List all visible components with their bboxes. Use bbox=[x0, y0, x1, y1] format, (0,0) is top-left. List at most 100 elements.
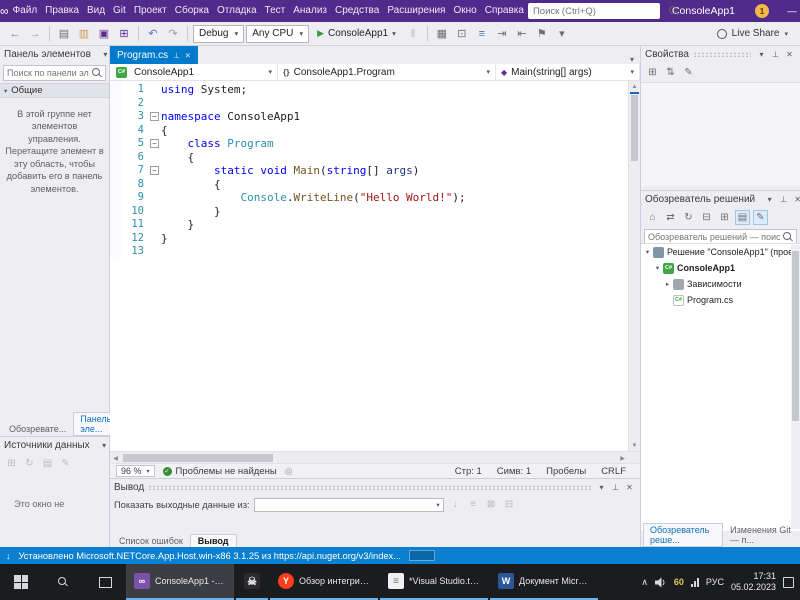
data-sources-header[interactable]: Источники данных ▾⊥✕ bbox=[0, 437, 136, 454]
taskbar-search-button[interactable] bbox=[42, 564, 84, 600]
menu-item[interactable]: Анализ bbox=[289, 0, 331, 22]
bookmark-icon[interactable]: ⚑ bbox=[533, 25, 551, 43]
fold-toggle-icon[interactable]: − bbox=[150, 166, 159, 176]
minimize-button[interactable]: — bbox=[777, 0, 800, 22]
comment-icon[interactable]: ≡ bbox=[473, 25, 491, 43]
window-position-icon[interactable]: ▾ bbox=[763, 193, 776, 206]
find-in-files-icon[interactable]: ⊡ bbox=[453, 25, 471, 43]
scrollbar-thumb[interactable] bbox=[631, 95, 638, 161]
word-wrap-icon[interactable]: ≡ bbox=[466, 497, 481, 512]
jump-to-output-icon[interactable]: ↓ bbox=[448, 497, 463, 512]
tree-item[interactable]: C# Program.cs bbox=[641, 292, 800, 308]
window-position-icon[interactable]: ▾ bbox=[98, 439, 111, 452]
refresh-icon[interactable]: ↻ bbox=[681, 210, 696, 225]
code-editor[interactable]: 1 using System; 2 3− namespace ConsoleApp1 4{… bbox=[110, 81, 640, 451]
solution-explorer-header[interactable]: Обозреватель решений ▾ ⊥ ✕ bbox=[641, 191, 800, 208]
menu-item[interactable]: Git bbox=[109, 0, 130, 22]
toolbox-header[interactable]: Панель элементов ▾⊥✕ bbox=[0, 46, 137, 63]
outdent-icon[interactable]: ⇤ bbox=[513, 25, 531, 43]
categorized-icon[interactable]: ⊞ bbox=[645, 65, 660, 80]
properties-icon[interactable]: ✎ bbox=[753, 210, 768, 225]
configure-icon[interactable]: ▤ bbox=[40, 456, 55, 471]
save-all-icon[interactable]: ⊞ bbox=[115, 25, 133, 43]
window-position-icon[interactable]: ▾ bbox=[755, 48, 768, 61]
tab-program-cs[interactable]: Program.cs ⊥ ✕ bbox=[110, 46, 198, 64]
open-folder-icon[interactable]: ▥ bbox=[75, 25, 93, 43]
output-source-select[interactable]: ▾ bbox=[253, 497, 444, 512]
refresh-icon[interactable]: ↻ bbox=[22, 456, 37, 471]
code-line[interactable]: 1 using System; bbox=[110, 83, 628, 97]
redo-icon[interactable]: ↷ bbox=[164, 25, 182, 43]
scroll-left-icon[interactable]: ◀ bbox=[110, 452, 121, 464]
document-list-icon[interactable]: ▾ bbox=[630, 55, 634, 64]
nest-icon[interactable]: ⊟ bbox=[699, 210, 714, 225]
output-header[interactable]: Вывод ▾ ⊥ ✕ bbox=[110, 479, 640, 496]
solution-platforms-select[interactable]: Any CPU ▾ bbox=[246, 24, 310, 43]
taskbar-window-button[interactable]: ☠ bbox=[236, 564, 268, 600]
properties-header[interactable]: Свойства ▾ ⊥ ✕ bbox=[641, 46, 800, 63]
volume-icon[interactable] bbox=[654, 577, 667, 588]
collapse-icon[interactable]: ⊟ bbox=[502, 497, 517, 512]
auto-hide-pin-icon[interactable]: ⊥ bbox=[777, 193, 790, 206]
save-icon[interactable]: ▣ bbox=[95, 25, 113, 43]
auto-hide-pin-icon[interactable]: ⊥ bbox=[609, 481, 622, 494]
taskbar-window-button[interactable]: ∞ ConsoleApp1 - Mic... bbox=[126, 564, 234, 600]
menu-item[interactable]: Сборка bbox=[171, 0, 213, 22]
action-center-icon[interactable] bbox=[783, 576, 794, 588]
column-indicator[interactable]: Симв: 1 bbox=[497, 466, 531, 477]
indent-icon[interactable]: ⇥ bbox=[493, 25, 511, 43]
panel-tab[interactable]: Обозреватель реше... bbox=[643, 523, 724, 547]
expanded-arrow-icon[interactable]: ▾ bbox=[653, 264, 662, 272]
close-panel-icon[interactable]: ✕ bbox=[783, 48, 796, 61]
code-line[interactable]: 3− namespace ConsoleApp1 bbox=[110, 110, 628, 124]
undo-icon[interactable]: ↶ bbox=[144, 25, 162, 43]
navigate-backward-icon[interactable]: ← bbox=[6, 25, 24, 43]
solution-configurations-select[interactable]: Debug ▾ bbox=[193, 24, 245, 43]
toolbar-options-icon[interactable]: ▾ bbox=[553, 25, 571, 43]
code-line[interactable]: 9 Console.WriteLine("Hello World!"); bbox=[110, 191, 628, 205]
switch-views-icon[interactable]: ⇄ bbox=[663, 210, 678, 225]
code-line[interactable]: 7− static void Main(string[] args) bbox=[110, 164, 628, 178]
vertical-scrollbar[interactable] bbox=[791, 245, 800, 529]
menu-item[interactable]: Правка bbox=[41, 0, 83, 22]
close-panel-icon[interactable]: ✕ bbox=[623, 481, 636, 494]
panel-tab[interactable]: Изменения Git — п... bbox=[723, 523, 800, 547]
start-button[interactable] bbox=[0, 564, 42, 600]
tree-item[interactable]: ▾ Решение "ConsoleApp1" (проекты: 1 из 1) bbox=[641, 244, 800, 260]
code-line[interactable]: 10 } bbox=[110, 204, 628, 218]
project-dropdown[interactable]: C# ConsoleApp1 ▾ bbox=[110, 64, 278, 80]
start-debugging-button[interactable]: ▶ ConsoleApp1 ▾ bbox=[311, 25, 402, 43]
task-view-button[interactable] bbox=[84, 564, 126, 600]
code-line[interactable]: 11 } bbox=[110, 218, 628, 232]
edit-icon[interactable]: ✎ bbox=[58, 456, 73, 471]
code-line[interactable]: 13 bbox=[110, 245, 628, 259]
tray-expand-icon[interactable]: ∧ bbox=[641, 577, 648, 588]
code-line[interactable]: 8 { bbox=[110, 177, 628, 191]
auto-hide-pin-icon[interactable]: ⊥ bbox=[769, 48, 782, 61]
code-line[interactable]: 2 bbox=[110, 96, 628, 110]
tree-item[interactable]: ▾ C# ConsoleApp1 bbox=[641, 260, 800, 276]
line-ending-indicator[interactable]: CRLF bbox=[601, 466, 626, 477]
battery-indicator[interactable]: 60 bbox=[674, 577, 684, 587]
code-line[interactable]: 12} bbox=[110, 231, 628, 245]
property-pages-icon[interactable]: ✎ bbox=[681, 65, 696, 80]
solution-search-input[interactable] bbox=[648, 232, 780, 242]
toolbox-group-header[interactable]: ▾ Общие bbox=[0, 83, 109, 98]
collapse-all-icon[interactable]: ⊞ bbox=[717, 210, 732, 225]
type-dropdown[interactable]: {} ConsoleApp1.Program ▾ bbox=[278, 64, 496, 80]
menu-item[interactable]: Файл bbox=[9, 0, 42, 22]
scroll-right-icon[interactable]: ▶ bbox=[617, 452, 628, 464]
menu-item[interactable]: Вид bbox=[83, 0, 109, 22]
menu-item[interactable]: Проект bbox=[130, 0, 171, 22]
toolbox-search-box[interactable] bbox=[3, 65, 106, 81]
scrollbar-thumb[interactable] bbox=[123, 454, 273, 462]
build-icon[interactable]: ▦ bbox=[433, 25, 451, 43]
taskbar-window-button[interactable]: Y Обзор интегрирован... bbox=[270, 564, 378, 600]
taskbar-window-button[interactable]: ≡ *Visual Studio.txt - ... bbox=[380, 564, 488, 600]
code-line[interactable]: 5− class Program bbox=[110, 137, 628, 151]
menu-item[interactable]: Расширения bbox=[383, 0, 449, 22]
menu-item[interactable]: Средства bbox=[331, 0, 383, 22]
quick-search-box[interactable] bbox=[527, 3, 677, 19]
quick-search-input[interactable] bbox=[532, 5, 665, 17]
zoom-select[interactable]: 96 % ▾ bbox=[116, 465, 155, 477]
